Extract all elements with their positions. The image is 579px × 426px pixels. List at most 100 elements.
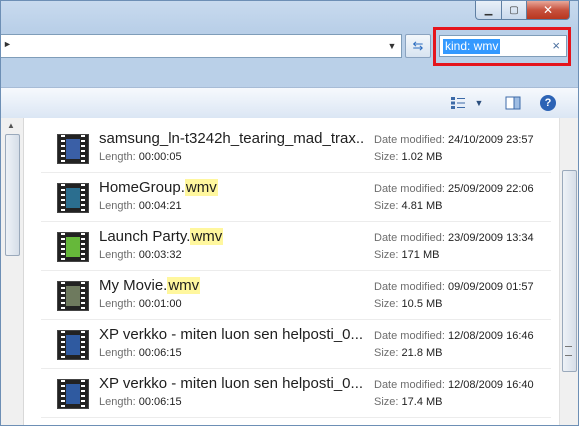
list-item[interactable]: samsung_ln-t3242h_tearing_mad_trax... Le…: [41, 124, 551, 173]
scrollbar-thumb[interactable]: [562, 170, 577, 372]
views-button[interactable]: [448, 93, 468, 113]
thumbnail-screen: [66, 384, 80, 404]
title-bar: ▁ ▢ ✕: [1, 1, 578, 29]
list-item[interactable]: HomeGroup.wmv Length: 00:04:21 Date modi…: [41, 173, 551, 222]
refresh-icon: ⇆: [412, 38, 424, 53]
search-highlight-box: [433, 27, 571, 66]
file-name-text: samsung_ln-t3242h_tearing_mad_trax...: [99, 130, 365, 147]
date-label: Date modified:: [374, 134, 445, 146]
preview-pane-button[interactable]: [503, 93, 523, 113]
file-name-text: Launch Party.: [99, 228, 191, 245]
size-label: Size:: [374, 249, 399, 261]
film-strip: [81, 184, 85, 212]
film-strip: [61, 135, 65, 163]
file-length: Length: 00:06:15: [99, 396, 182, 408]
file-name-text: XP verkko - miten luon sen helposti_0...: [99, 326, 364, 343]
size-value: 17.4 MB: [401, 396, 443, 408]
scroll-up-icon[interactable]: ▲: [7, 121, 15, 130]
file-date-modified: Date modified: 12/08/2009 16:46: [374, 330, 534, 342]
date-label: Date modified:: [374, 379, 445, 391]
file-size: Size: 171 MB: [374, 249, 439, 261]
length-label: Length:: [99, 298, 136, 310]
list-item[interactable]: Launch Party.wmv Length: 00:03:32 Date m…: [41, 222, 551, 271]
date-value: 12/08/2009 16:40: [448, 379, 534, 391]
file-name[interactable]: XP verkko - miten luon sen helposti_0...: [99, 375, 365, 392]
length-label: Length:: [99, 200, 136, 212]
list-item[interactable]: XP verkko - miten luon sen helposti_0...…: [41, 320, 551, 369]
views-dropdown-button[interactable]: ▼: [473, 93, 485, 113]
file-name[interactable]: XP verkko - miten luon sen helposti_0...: [99, 326, 365, 343]
film-strip: [61, 331, 65, 359]
navigation-scrollbar[interactable]: ▲: [1, 118, 24, 425]
file-name-text: XP verkko - miten luon sen helposti_0...: [99, 375, 364, 392]
film-strip: [81, 282, 85, 310]
film-strip: [81, 135, 85, 163]
file-size: Size: 21.8 MB: [374, 347, 443, 359]
help-button[interactable]: ?: [539, 93, 557, 113]
file-list-pane: ▲ samsung_ln-t3242h_tearing_mad_trax... …: [1, 118, 578, 425]
list-item[interactable]: My Movie.wmv Length: 00:01:00 Date modif…: [41, 271, 551, 320]
address-row: ► ▼ ⇆: [1, 34, 431, 58]
thumbnail-screen: [66, 139, 80, 159]
film-strip: [61, 282, 65, 310]
video-thumbnail-icon: [57, 379, 89, 409]
file-date-modified: Date modified: 12/08/2009 16:40: [374, 379, 534, 391]
size-value: 4.81 MB: [401, 200, 443, 212]
scrollbar-thumb[interactable]: [5, 134, 20, 256]
views-icon: [451, 97, 465, 109]
length-label: Length:: [99, 347, 136, 359]
minimize-button[interactable]: ▁: [475, 1, 502, 20]
file-date-modified: Date modified: 25/09/2009 22:06: [374, 183, 534, 195]
length-value: 00:01:00: [138, 298, 182, 310]
file-date-modified: Date modified: 09/09/2009 01:57: [374, 281, 534, 293]
content-scrollbar[interactable]: [559, 118, 578, 425]
thumbnail-screen: [66, 335, 80, 355]
video-thumbnail-icon: [57, 232, 89, 262]
match-highlight: wmv: [184, 179, 218, 196]
file-length: Length: 00:01:00: [99, 298, 182, 310]
length-value: 00:06:15: [138, 347, 182, 359]
date-value: 23/09/2009 13:34: [448, 232, 534, 244]
thumbnail-screen: [66, 237, 80, 257]
film-strip: [81, 331, 85, 359]
date-value: 12/08/2009 16:46: [448, 330, 534, 342]
file-size: Size: 10.5 MB: [374, 298, 443, 310]
size-value: 21.8 MB: [401, 347, 443, 359]
file-name[interactable]: samsung_ln-t3242h_tearing_mad_trax...: [99, 130, 365, 147]
thumbnail-screen: [66, 286, 80, 306]
chevron-right-icon[interactable]: ►: [3, 39, 12, 49]
caption-buttons: ▁ ▢ ✕: [475, 1, 570, 20]
thumbnail-screen: [66, 188, 80, 208]
date-value: 25/09/2009 22:06: [448, 183, 534, 195]
length-label: Length:: [99, 151, 136, 163]
video-thumbnail-icon: [57, 183, 89, 213]
length-value: 00:00:05: [138, 151, 182, 163]
list-item[interactable]: XP verkko - miten luon sen helposti_0...…: [41, 369, 551, 418]
date-label: Date modified:: [374, 232, 445, 244]
file-size: Size: 1.02 MB: [374, 151, 443, 163]
help-icon: ?: [540, 95, 556, 111]
file-list: samsung_ln-t3242h_tearing_mad_trax... Le…: [41, 124, 551, 418]
film-strip: [81, 380, 85, 408]
date-value: 09/09/2009 01:57: [448, 281, 534, 293]
size-value: 171 MB: [401, 249, 440, 261]
size-label: Size:: [374, 347, 399, 359]
file-name-text: My Movie.: [99, 277, 168, 294]
preview-pane-icon: [505, 96, 521, 110]
address-bar[interactable]: ► ▼: [1, 34, 402, 58]
size-label: Size:: [374, 151, 399, 163]
maximize-button[interactable]: ▢: [502, 1, 527, 20]
size-label: Size:: [374, 396, 399, 408]
file-name[interactable]: HomeGroup.wmv: [99, 179, 365, 196]
length-value: 00:03:32: [138, 249, 182, 261]
chevron-down-icon[interactable]: ▼: [385, 35, 399, 57]
file-size: Size: 4.81 MB: [374, 200, 443, 212]
file-length: Length: 00:04:21: [99, 200, 182, 212]
file-name[interactable]: My Movie.wmv: [99, 277, 365, 294]
length-value: 00:04:21: [138, 200, 182, 212]
film-strip: [81, 233, 85, 261]
file-name[interactable]: Launch Party.wmv: [99, 228, 365, 245]
close-button[interactable]: ✕: [527, 1, 570, 20]
date-label: Date modified:: [374, 330, 445, 342]
refresh-button[interactable]: ⇆: [405, 34, 431, 58]
